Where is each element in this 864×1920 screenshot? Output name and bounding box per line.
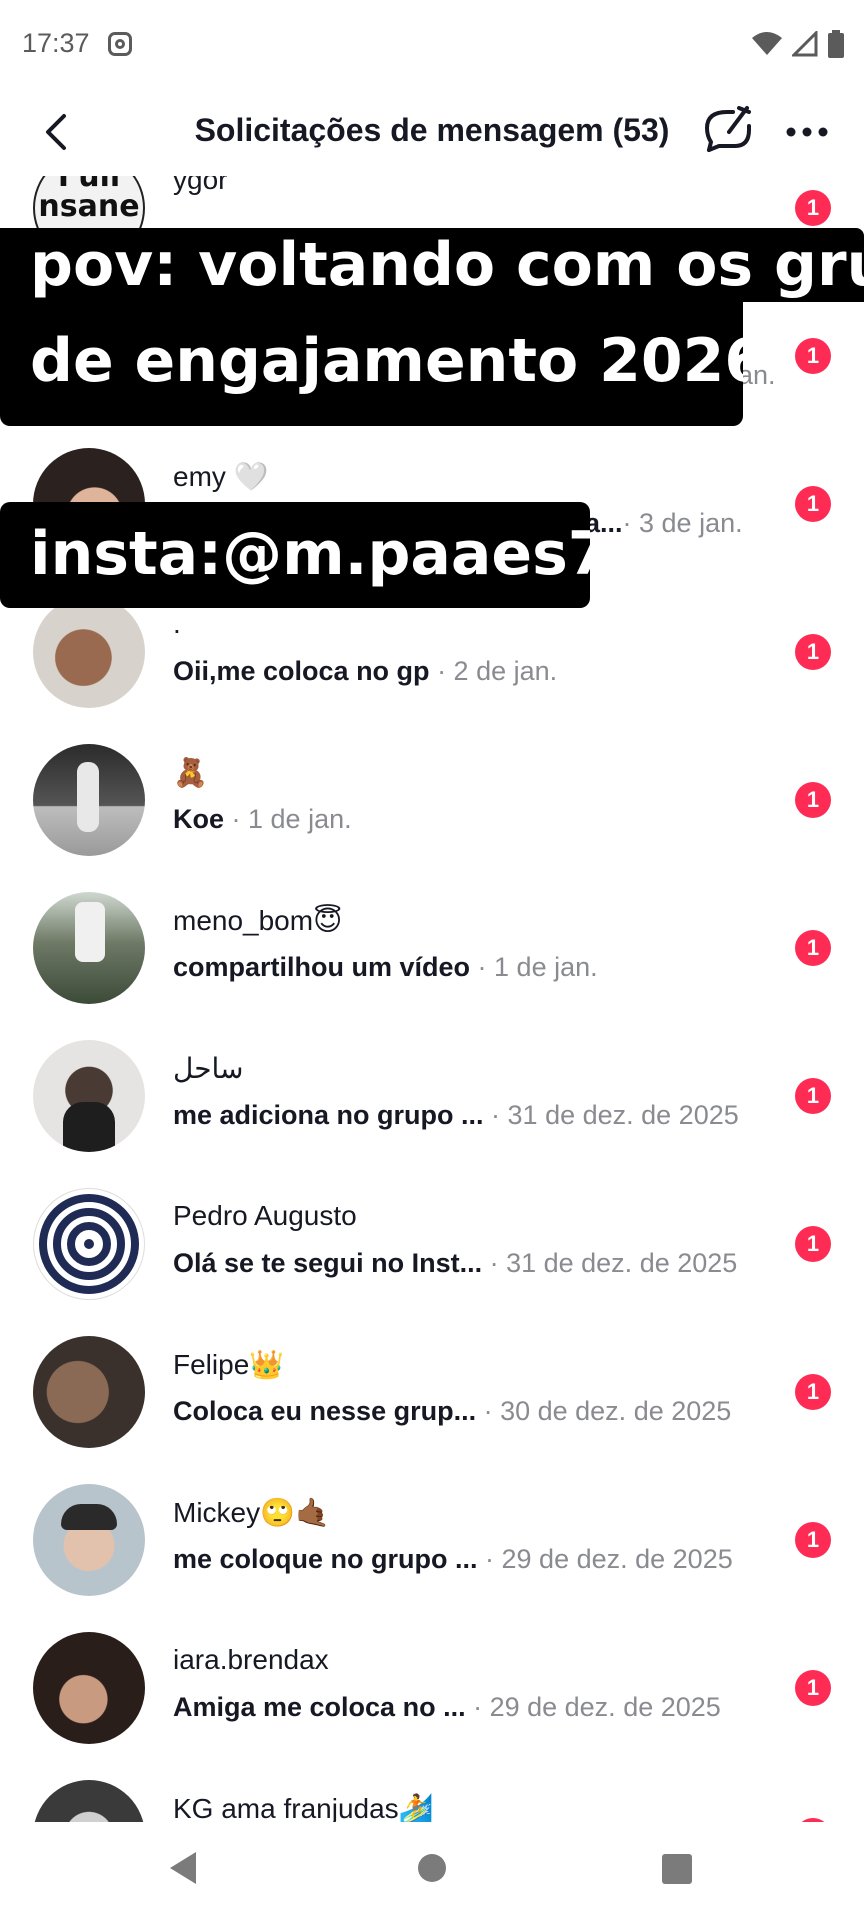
status-time: 17:37 [22,28,90,58]
overlay-caption-line1: pov: voltando com os grupos [0,228,864,302]
list-item[interactable]: Mickey🙄🤙🏾 me coloque no grupo ... · 29 d… [0,1466,864,1614]
unread-badge: 1 [795,1670,831,1706]
more-options-icon[interactable] [784,112,830,152]
instagram-icon [108,32,132,56]
list-item[interactable]: ساحل me adiciona no grupo ... · 31 de de… [0,1022,864,1170]
avatar [33,744,145,856]
battery-icon [828,30,844,58]
unread-badge: 1 [795,338,831,374]
unread-badge: 1 [795,486,831,522]
avatar [33,1632,145,1744]
conversation-name: iara.brendax [173,1644,329,1675]
message-date: · 1 de jan. [231,804,352,834]
conversation-message: Oii,me coloca no gp · 2 de jan. [173,656,557,687]
message-date: · 29 de dez. de 2025 [485,1544,733,1574]
message-date: · 31 de dez. de 2025 [489,1248,738,1278]
message-preview: Olá se te segui no Inst... [173,1248,483,1278]
header: Solicitações de mensagem (53) [0,90,864,176]
conversation-name: Felipe👑 [173,1349,285,1380]
conversation-message: Coloca eu nesse grup... · 30 de dez. de … [173,1396,731,1427]
system-nav-bar [0,1822,864,1920]
message-preview: Coloca eu nesse grup... [173,1396,477,1426]
conversation-name: ساحل [173,1053,244,1084]
conversation-name: meno_bom😇 [173,905,343,936]
message-date: · 29 de dez. de 2025 [473,1692,721,1722]
avatar [33,1040,145,1152]
message-date: · 1 de jan. [477,952,598,982]
unread-badge: 1 [795,782,831,818]
conversation-message: Amiga me coloca no ... · 29 de dez. de 2… [173,1692,721,1723]
conversation-message: an. [738,360,776,391]
conversation-message: a...· 3 de jan. [585,508,743,539]
conversation-name: KG ama franjudas🏄 [173,1793,434,1822]
avatar [33,596,145,708]
conversation-name: Mickey🙄🤙🏾 [173,1497,330,1528]
list-item[interactable]: Felipe👑 Coloca eu nesse grup... · 30 de … [0,1318,864,1466]
avatar [33,1336,145,1448]
unread-badge: 1 [795,1078,831,1114]
list-item[interactable]: meno_bom😇 compartilhou um vídeo · 1 de j… [0,874,864,1022]
message-date: · 31 de dez. de 2025 [491,1100,739,1130]
conversation-name: emy 🤍 [173,461,269,492]
overlay-caption-line2: de engajamento 2026 [0,302,743,426]
list-item[interactable]: KG ama franjudas🏄 1 [0,1762,864,1822]
avatar [33,892,145,1004]
message-date: an. [738,360,776,390]
conversation-name: . [173,608,181,639]
conversation-message: compartilhou um vídeo · 1 de jan. [173,952,598,983]
message-date: · 30 de dez. de 2025 [483,1396,732,1426]
conversation-message: Olá se te segui no Inst... · 31 de dez. … [173,1248,737,1279]
spiral-avatar-image [39,1194,139,1294]
unread-badge: 1 [795,634,831,670]
avatar [33,1188,145,1300]
conversation-name: 🧸 [173,757,208,788]
message-preview: Amiga me coloca no ... [173,1692,466,1722]
unread-badge: 1 [795,190,831,226]
unread-badge: 1 [795,1374,831,1410]
nav-home-icon[interactable] [418,1854,446,1882]
avatar [33,1484,145,1596]
nav-back-icon[interactable] [168,1850,198,1886]
conversation-name: Pedro Augusto [173,1200,357,1231]
system-icons [752,30,844,58]
conversation-message: me coloque no grupo ... · 29 de dez. de … [173,1544,733,1575]
wifi-icon [752,32,782,55]
nav-recents-icon[interactable] [662,1854,692,1884]
unread-badge: 1 [795,930,831,966]
list-item[interactable]: 🧸 Koe · 1 de jan. 1 [0,726,864,874]
status-bar: 17:37 [0,0,864,90]
avatar [33,1780,145,1822]
unread-badge: 1 [795,1226,831,1262]
overlay-instagram-handle: insta:@m.paaes7 [0,502,590,608]
list-item[interactable]: Pedro Augusto Olá se te segui no Inst...… [0,1170,864,1318]
conversation-message: me adiciona no grupo ... · 31 de dez. de… [173,1100,739,1131]
message-preview: a... [585,508,623,538]
filter-messages-icon[interactable] [703,104,753,158]
message-date: · 3 de jan. [622,508,743,538]
unread-badge: 1 [795,1522,831,1558]
signal-icon [792,31,818,57]
conversation-message: Koe · 1 de jan. [173,804,352,835]
message-date: · 2 de jan. [437,656,558,686]
message-preview: me coloque no grupo ... [173,1544,478,1574]
message-preview: Oii,me coloca no gp [173,656,430,686]
list-item[interactable]: iara.brendax Amiga me coloca no ... · 29… [0,1614,864,1762]
conversation-name: ygor [173,176,228,195]
message-preview: compartilhou um vídeo [173,952,471,982]
message-preview: Koe [173,804,225,834]
message-preview: me adiciona no grupo ... [173,1100,484,1130]
